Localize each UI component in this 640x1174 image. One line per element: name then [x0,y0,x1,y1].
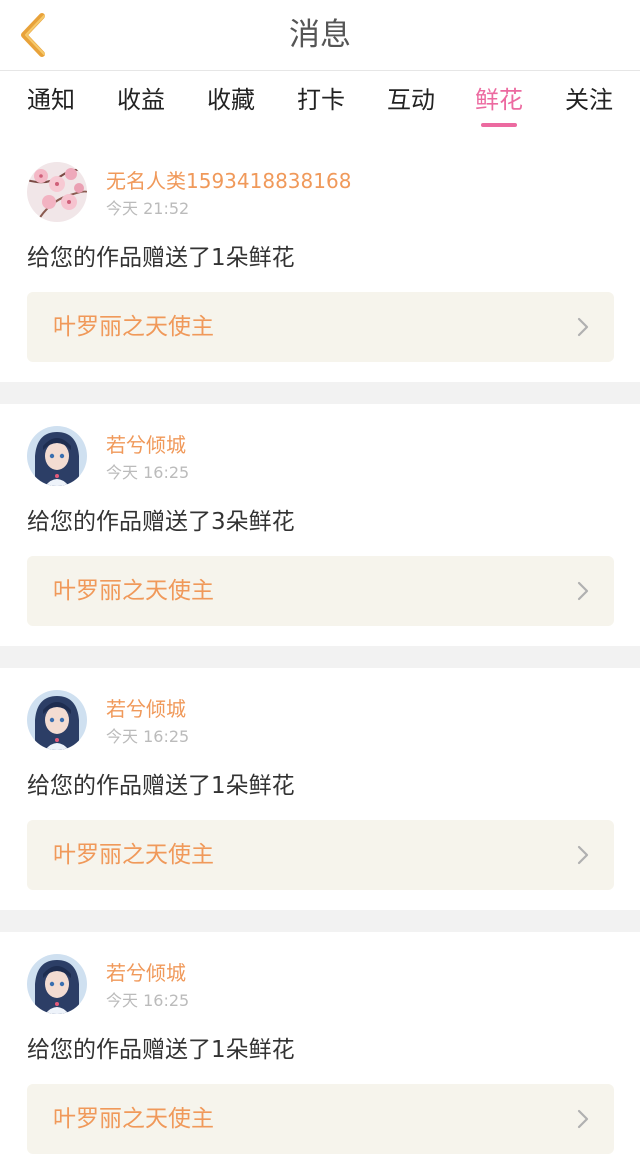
tab-label: 鲜花 [475,86,523,114]
flower-notification-list: 无名人类1593418838168 今天 21:52 给您的作品赠送了1朵鲜花 … [0,140,640,1174]
work-title: 叶罗丽之天使主 [53,578,214,604]
notification-card: 若兮倾城 今天 16:25 给您的作品赠送了1朵鲜花 叶罗丽之天使主 [0,932,640,1174]
work-title: 叶罗丽之天使主 [53,842,214,868]
notification-card: 无名人类1593418838168 今天 21:52 给您的作品赠送了1朵鲜花 … [0,140,640,382]
notification-message: 给您的作品赠送了1朵鲜花 [27,773,295,799]
tab-label: 互动 [387,86,435,114]
divider [0,646,640,668]
tab-bar: 通知 收益 收藏 打卡 互动 鲜花 关注 [0,71,640,133]
username[interactable]: 无名人类1593418838168 [106,168,351,194]
tab-label: 收藏 [207,86,255,114]
work-link[interactable]: 叶罗丽之天使主 [27,556,614,626]
divider [0,382,640,404]
notification-message: 给您的作品赠送了1朵鲜花 [27,245,295,271]
work-link[interactable]: 叶罗丽之天使主 [27,292,614,362]
timestamp: 今天 21:52 [106,199,190,218]
chevron-right-icon [577,317,589,337]
tab-label: 关注 [565,86,613,114]
work-title: 叶罗丽之天使主 [53,1106,214,1132]
timestamp: 今天 16:25 [106,727,190,746]
username[interactable]: 若兮倾城 [106,696,186,722]
tab-interactions[interactable]: 互动 [371,83,451,131]
tab-earnings[interactable]: 收益 [101,83,181,131]
page-title: 消息 [289,17,351,53]
work-title: 叶罗丽之天使主 [53,314,214,340]
timestamp: 今天 16:25 [106,991,190,1010]
notification-card: 若兮倾城 今天 16:25 给您的作品赠送了3朵鲜花 叶罗丽之天使主 [0,404,640,646]
work-link[interactable]: 叶罗丽之天使主 [27,820,614,890]
tab-label: 通知 [27,86,75,114]
notification-message: 给您的作品赠送了1朵鲜花 [27,1037,295,1063]
avatar[interactable] [27,690,87,750]
chevron-right-icon [577,845,589,865]
chevron-right-icon [577,1109,589,1129]
avatar[interactable] [27,426,87,486]
notification-card: 若兮倾城 今天 16:25 给您的作品赠送了1朵鲜花 叶罗丽之天使主 [0,668,640,910]
username[interactable]: 若兮倾城 [106,432,186,458]
avatar[interactable] [27,162,87,222]
work-link[interactable]: 叶罗丽之天使主 [27,1084,614,1154]
tab-following[interactable]: 关注 [549,83,629,131]
top-bar: 消息 [0,0,640,71]
anime-girl-avatar-icon [27,426,87,486]
anime-girl-avatar-icon [27,690,87,750]
divider [0,910,640,932]
username[interactable]: 若兮倾城 [106,960,186,986]
cherry-blossom-avatar-icon [27,162,87,222]
tab-notifications[interactable]: 通知 [11,83,91,131]
active-tab-indicator [481,123,517,127]
tab-flowers[interactable]: 鲜花 [459,83,539,131]
avatar[interactable] [27,954,87,1014]
tab-label: 收益 [117,86,165,114]
chevron-right-icon [577,581,589,601]
timestamp: 今天 16:25 [106,463,190,482]
tab-favorites[interactable]: 收藏 [191,83,271,131]
tab-label: 打卡 [297,86,345,114]
tab-checkin[interactable]: 打卡 [281,83,361,131]
notification-message: 给您的作品赠送了3朵鲜花 [27,509,295,535]
anime-girl-avatar-icon [27,954,87,1014]
